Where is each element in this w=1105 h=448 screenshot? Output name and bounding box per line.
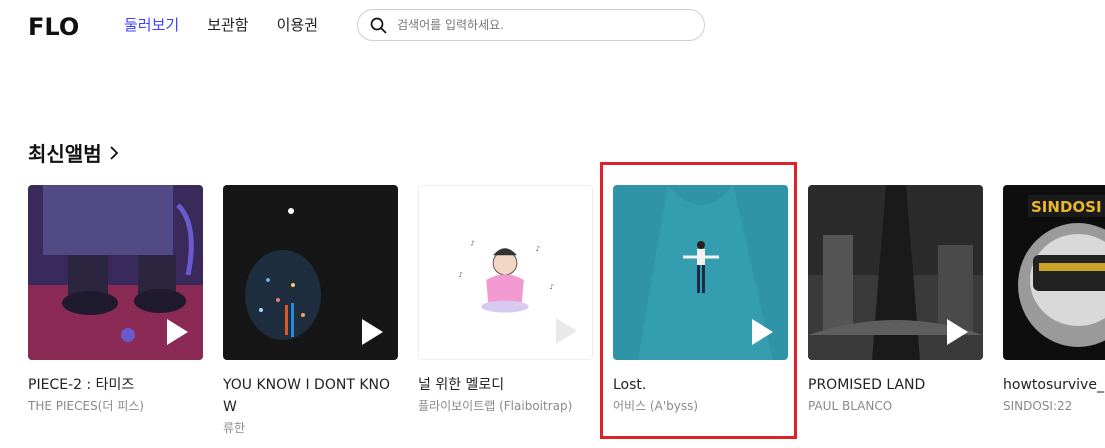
album-title[interactable]: 널 위한 멜로디	[418, 374, 593, 396]
play-icon[interactable]	[750, 318, 774, 346]
nav-subscription[interactable]: 이용권	[277, 13, 318, 37]
play-icon[interactable]	[945, 318, 969, 346]
play-icon[interactable]	[554, 317, 578, 345]
play-icon[interactable]	[165, 318, 189, 346]
search-input[interactable]	[395, 17, 689, 33]
album-art: SINDOSI	[1003, 185, 1105, 360]
svg-text:FLO: FLO	[28, 13, 79, 39]
album-card[interactable]: PIECE-2 : 타미즈 THE PIECES(더 피스)	[28, 185, 203, 416]
album-cover[interactable]	[808, 185, 983, 360]
album-title[interactable]: PIECE-2 : 타미즈	[28, 374, 203, 396]
album-card[interactable]: Lost. 어비스 (A'byss)	[613, 185, 788, 416]
album-cover[interactable]	[613, 185, 788, 360]
section-title-new-albums[interactable]: 최신앨범	[28, 138, 120, 167]
album-artist[interactable]: 어비스 (A'byss)	[613, 396, 788, 416]
album-artist[interactable]: THE PIECES(더 피스)	[28, 396, 203, 416]
play-icon[interactable]	[360, 318, 384, 346]
album-card[interactable]: ♪ ♪ ♪ ♪ 널 위한 멜로디 플라이보이트랩 (Flaiboitrap)	[418, 185, 593, 416]
album-artist[interactable]: PAUL BLANCO	[808, 396, 983, 416]
svg-text:♪: ♪	[470, 239, 474, 247]
nav-browse[interactable]: 둘러보기	[124, 13, 179, 37]
flo-logo[interactable]: FLO	[28, 13, 86, 39]
svg-text:♪: ♪	[549, 283, 553, 291]
svg-text:♪: ♪	[536, 245, 540, 253]
svg-text:SINDOSI: SINDOSI	[1031, 198, 1102, 216]
album-cover[interactable]: ♪ ♪ ♪ ♪	[418, 185, 593, 360]
album-card[interactable]: PROMISED LAND PAUL BLANCO	[808, 185, 983, 416]
album-title[interactable]: howtosurvive_	[1003, 374, 1105, 396]
search-box[interactable]	[357, 9, 705, 41]
album-title[interactable]: Lost.	[613, 374, 788, 396]
album-cover[interactable]	[28, 185, 203, 360]
main-nav: 둘러보기 보관함 이용권	[124, 13, 318, 37]
album-artist[interactable]: SINDOSI:22	[1003, 396, 1105, 416]
search-icon	[370, 17, 387, 33]
album-title[interactable]: PROMISED LAND	[808, 374, 983, 396]
album-cover[interactable]	[223, 185, 398, 360]
svg-text:♪: ♪	[459, 271, 463, 279]
album-artist[interactable]: 플라이보이트랩 (Flaiboitrap)	[418, 396, 593, 416]
album-artist[interactable]: 류한	[223, 418, 398, 438]
nav-library[interactable]: 보관함	[207, 13, 248, 37]
chevron-right-icon	[109, 145, 118, 160]
album-card[interactable]: YOU KNOW I DONT KNOW 류한	[223, 185, 398, 438]
section-title-text: 최신앨범	[28, 142, 102, 166]
album-card[interactable]: SINDOSI howtosurvive_ SINDOSI:22	[1003, 185, 1105, 416]
album-title[interactable]: YOU KNOW I DONT KNOW	[223, 374, 398, 418]
album-cover[interactable]: SINDOSI	[1003, 185, 1105, 360]
